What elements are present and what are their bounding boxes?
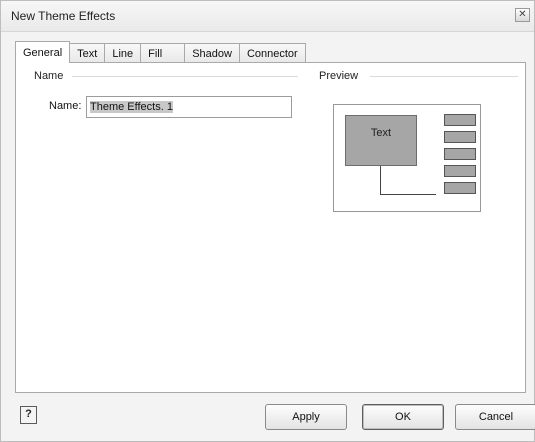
tab-text[interactable]: Text	[70, 43, 106, 63]
name-input-value: Theme Effects. 1	[90, 101, 173, 113]
name-group-label: Name	[34, 70, 68, 82]
apply-button[interactable]: Apply	[265, 404, 347, 430]
tab-general[interactable]: General	[15, 41, 71, 63]
ok-button[interactable]: OK	[362, 404, 444, 430]
tab-fill[interactable]: Fill	[141, 43, 186, 63]
preview-swatch-3	[444, 148, 476, 160]
tab-connector[interactable]: Connector	[239, 43, 306, 63]
new-theme-effects-dialog: New Theme Effects ✕ General Text Line Fi…	[0, 0, 535, 442]
name-input[interactable]: Theme Effects. 1	[86, 96, 292, 118]
preview-connector-horizontal	[380, 194, 436, 195]
help-icon: ?	[25, 408, 32, 420]
preview-shape: Text	[345, 115, 417, 166]
title-bar: New Theme Effects ✕	[1, 1, 534, 32]
theme-preview: Text	[333, 104, 481, 212]
preview-group-label: Preview	[319, 70, 363, 82]
close-icon: ✕	[518, 9, 527, 20]
tab-strip: General Text Line Fill Shadow Connector	[15, 41, 306, 63]
name-field-label: Name:	[49, 100, 82, 112]
cancel-button[interactable]: Cancel	[455, 404, 535, 430]
help-button[interactable]: ?	[20, 406, 37, 424]
preview-swatch-2	[444, 131, 476, 143]
name-group-divider	[72, 76, 298, 77]
close-button[interactable]: ✕	[515, 8, 530, 22]
tab-line[interactable]: Line	[105, 43, 142, 63]
preview-connector-vertical	[380, 166, 381, 194]
preview-shape-text: Text	[370, 127, 392, 139]
preview-swatch-1	[444, 114, 476, 126]
dialog-title: New Theme Effects	[11, 9, 116, 23]
preview-swatch-4	[444, 165, 476, 177]
preview-group-divider	[370, 76, 518, 77]
preview-swatch-5	[444, 182, 476, 194]
tab-shadow[interactable]: Shadow	[185, 43, 240, 63]
general-tab-panel: Name Name: Theme Effects. 1 Preview Text	[15, 62, 526, 393]
